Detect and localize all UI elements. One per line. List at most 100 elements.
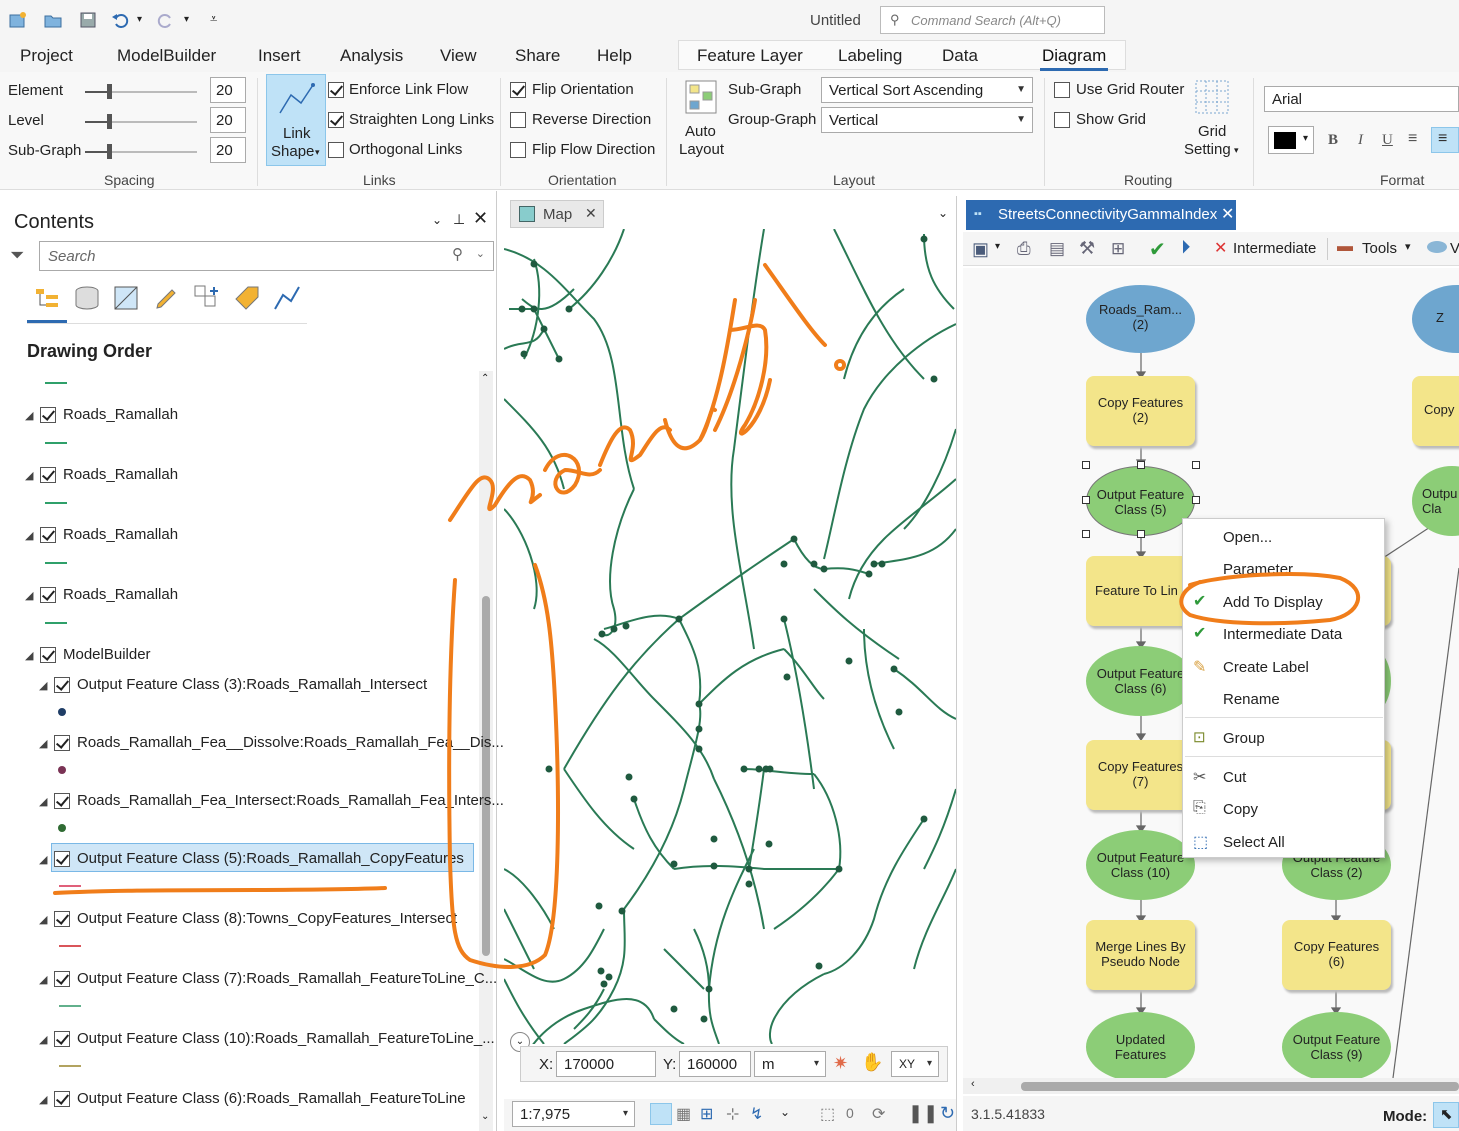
xy-format-dropdown[interactable]: XY ▾ — [891, 1051, 939, 1077]
layer-visibility-checkbox[interactable] — [54, 1091, 70, 1107]
scroll-left-icon[interactable]: ‹ — [971, 1078, 975, 1090]
report-icon[interactable]: ▤ — [1049, 239, 1065, 259]
close-icon[interactable]: ✕ — [1221, 204, 1234, 224]
tab-project[interactable]: Project — [20, 46, 73, 66]
list-by-drawing-order-icon[interactable] — [32, 283, 62, 313]
layer-visibility-checkbox[interactable] — [54, 677, 70, 693]
menu-item-create-label[interactable]: Create Label — [1223, 659, 1309, 676]
undo-icon[interactable] — [110, 10, 130, 30]
chevron-down-icon[interactable]: ▾ — [1405, 240, 1411, 253]
italic-button[interactable]: I — [1358, 132, 1363, 149]
model-tool-copy-features-6[interactable]: Copy Features (6) — [1282, 920, 1391, 990]
select-mode-button[interactable]: ⬉ — [1433, 1102, 1459, 1128]
snapping-icon[interactable]: ⊞ — [700, 1104, 713, 1124]
auto-layout-button[interactable]: Auto Layout — [678, 78, 724, 164]
selection-handle[interactable] — [1082, 530, 1090, 538]
list-by-editing-icon[interactable] — [152, 283, 182, 313]
variable-icon[interactable] — [1427, 241, 1447, 253]
model-tool-copy-features-2[interactable]: Copy Features (2) — [1086, 376, 1195, 446]
orthogonal-links-checkbox[interactable] — [328, 142, 344, 158]
layer-visibility-checkbox[interactable] — [40, 587, 56, 603]
tab-insert[interactable]: Insert — [258, 46, 301, 66]
expand-icon[interactable]: ◢ — [25, 409, 33, 422]
layer-item-selected[interactable]: Output Feature Class (5):Roads_Ramallah_… — [77, 850, 464, 867]
save-icon[interactable]: ▣ — [972, 239, 989, 260]
undo-dropdown-icon[interactable]: ▾ — [137, 14, 157, 34]
expand-icon[interactable]: ◢ — [39, 973, 47, 986]
list-by-source-icon[interactable] — [72, 283, 102, 313]
model-tool-copy-partial[interactable]: Copy — [1412, 376, 1459, 446]
contents-scrollbar[interactable]: ⌃ ⌄ — [479, 371, 493, 1131]
sub-graph-dropdown[interactable]: Vertical Sort Ascending ▼ — [821, 77, 1033, 103]
layer-visibility-checkbox[interactable] — [54, 851, 70, 867]
north-arrow-icon[interactable]: ↯ — [750, 1104, 763, 1124]
pin-icon[interactable]: ⊥ — [453, 211, 465, 228]
close-icon[interactable]: ✕ — [585, 205, 597, 222]
tab-help[interactable]: Help — [597, 46, 632, 66]
hammer-icon[interactable]: ⚒ — [1079, 238, 1095, 259]
layer-item[interactable]: Roads_Ramallah — [63, 466, 178, 483]
open-project-icon[interactable] — [43, 10, 63, 30]
layer-item[interactable]: Output Feature Class (7):Roads_Ramallah_… — [77, 970, 497, 987]
tab-share[interactable]: Share — [515, 46, 560, 66]
unit-dropdown[interactable]: m ▾ — [754, 1051, 826, 1077]
fixed-zoom-icon[interactable] — [650, 1103, 672, 1125]
selection-icon[interactable]: ⬚ — [820, 1104, 835, 1124]
scroll-up-icon[interactable]: ⌃ — [481, 373, 489, 384]
list-by-labeling-icon[interactable] — [232, 283, 262, 313]
level-spacing-slider[interactable] — [85, 114, 197, 129]
chevron-down-icon[interactable]: ⌄ — [780, 1105, 790, 1119]
model-tool-feature-to-line[interactable]: Feature To Lin — [1086, 556, 1195, 626]
model-node-output-fc-5-selected[interactable]: Output Feature Class (5) — [1086, 466, 1195, 536]
font-name-dropdown[interactable]: Arial — [1264, 86, 1459, 112]
flip-flow-direction-checkbox[interactable] — [510, 142, 526, 158]
layer-visibility-checkbox[interactable] — [54, 971, 70, 987]
selection-handle[interactable] — [1192, 461, 1200, 469]
map-canvas[interactable] — [504, 229, 956, 1044]
chevron-down-icon[interactable]: ▾ — [995, 241, 1000, 252]
expand-icon[interactable]: ◢ — [39, 1033, 47, 1046]
model-tab[interactable]: ▪▪ StreetsConnectivityGammaIndex ✕ — [966, 200, 1236, 230]
tab-modelbuilder[interactable]: ModelBuilder — [117, 46, 216, 66]
constraint-icon[interactable]: ⊹ — [726, 1104, 739, 1124]
menu-item-add-to-display[interactable]: Add To Display — [1223, 594, 1323, 611]
list-by-perspective-icon[interactable] — [272, 283, 302, 313]
group-graph-dropdown[interactable]: Vertical ▼ — [821, 107, 1033, 133]
straighten-long-links-checkbox[interactable] — [328, 112, 344, 128]
menu-item-parameter[interactable]: Parameter — [1223, 561, 1293, 578]
align-center-button[interactable]: ≡ — [1431, 127, 1459, 153]
menu-item-cut[interactable]: Cut — [1223, 769, 1246, 786]
layer-item[interactable]: Output Feature Class (10):Roads_Ramallah… — [77, 1030, 495, 1047]
list-by-snapping-icon[interactable] — [192, 283, 222, 313]
level-spacing-input[interactable]: 20 — [210, 107, 246, 133]
enforce-link-flow-checkbox[interactable] — [328, 82, 344, 98]
use-grid-router-checkbox[interactable] — [1054, 82, 1070, 98]
tab-diagram[interactable]: Diagram — [1042, 46, 1106, 66]
expand-icon[interactable]: ◢ — [39, 913, 47, 926]
scale-dropdown[interactable]: 1:7,975 ▾ — [512, 1101, 635, 1127]
menu-item-open[interactable]: Open... — [1223, 529, 1272, 546]
reverse-direction-checkbox[interactable] — [510, 112, 526, 128]
layer-visibility-checkbox[interactable] — [54, 793, 70, 809]
crosshair-icon[interactable]: ✷ — [833, 1053, 848, 1074]
model-tool-copy-features-7[interactable]: Copy Features (7) — [1086, 740, 1195, 810]
intermediate-x-icon[interactable]: ✕ — [1214, 238, 1227, 258]
expand-icon[interactable]: ◢ — [25, 649, 33, 662]
expand-icon[interactable]: ◢ — [39, 1093, 47, 1106]
element-spacing-slider[interactable] — [85, 84, 197, 99]
scroll-down-icon[interactable]: ⌄ — [481, 1111, 489, 1122]
tab-data[interactable]: Data — [942, 46, 978, 66]
tab-view[interactable]: View — [440, 46, 477, 66]
x-coordinate-input[interactable]: 170000 — [556, 1051, 656, 1077]
selection-handle[interactable] — [1192, 496, 1200, 504]
filter-icon[interactable]: ⏷ — [10, 245, 24, 266]
model-tool-merge-lines[interactable]: Merge Lines By Pseudo Node — [1086, 920, 1195, 990]
layer-item[interactable]: Output Feature Class (8):Towns_CopyFeatu… — [77, 910, 457, 927]
selection-handle[interactable] — [1137, 461, 1145, 469]
contents-scroll-thumb[interactable] — [482, 596, 490, 956]
model-horizontal-scrollbar[interactable]: ‹ — [963, 1078, 1459, 1094]
layer-visibility-checkbox[interactable] — [40, 527, 56, 543]
new-project-icon[interactable] — [8, 10, 28, 30]
pane-options-icon[interactable]: ⌄ — [432, 213, 442, 227]
expand-icon[interactable]: ◢ — [39, 679, 47, 692]
